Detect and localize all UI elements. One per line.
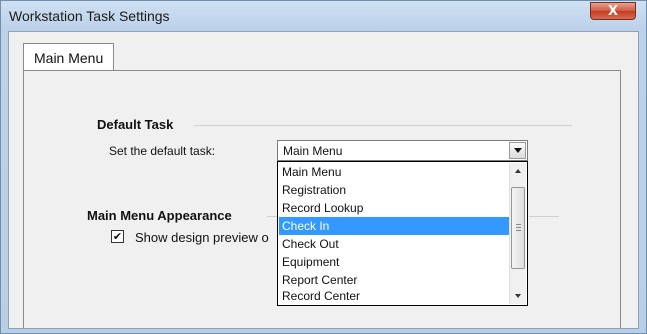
dropdown-scrollbar[interactable] (509, 163, 526, 304)
show-design-preview-label: Show design preview o (135, 230, 269, 245)
dropdown-option-selected[interactable]: Check In (279, 217, 510, 235)
default-task-selected-value: Main Menu (283, 144, 343, 158)
dropdown-button[interactable] (509, 142, 526, 159)
scrollbar-thumb[interactable] (511, 187, 525, 269)
window: Workstation Task Settings X Main Menu De… (0, 0, 647, 334)
appearance-heading: Main Menu Appearance (87, 208, 232, 223)
default-task-dropdown-list[interactable]: Main Menu Registration Record Lookup Che… (277, 161, 528, 306)
dropdown-option[interactable]: Registration (279, 181, 510, 199)
dropdown-option[interactable]: Check Out (279, 235, 510, 253)
title-bar[interactable]: Workstation Task Settings X (1, 1, 646, 31)
default-task-heading: Default Task (97, 117, 174, 132)
scroll-down-icon (515, 294, 521, 298)
dropdown-option[interactable]: Main Menu (279, 163, 510, 181)
dropdown-option[interactable]: Record Lookup (279, 199, 510, 217)
close-icon: X (607, 3, 619, 19)
close-button[interactable]: X (590, 2, 636, 20)
grip-line (516, 227, 521, 228)
group-divider (529, 216, 559, 217)
dialog-body: Main Menu Default Task Set the default t… (8, 31, 639, 329)
default-task-label: Set the default task: (109, 144, 216, 158)
default-task-select[interactable]: Main Menu (277, 140, 528, 161)
grip-line (516, 224, 521, 225)
grip-line (516, 230, 521, 231)
scroll-up-button[interactable] (510, 163, 526, 179)
scroll-down-button[interactable] (510, 288, 526, 304)
dropdown-option[interactable]: Equipment (279, 253, 510, 271)
group-divider (194, 125, 572, 126)
window-title: Workstation Task Settings (9, 8, 170, 24)
show-design-preview-label-wrap: Show design preview o (135, 226, 277, 248)
scroll-up-icon (515, 169, 521, 173)
tab-main-menu[interactable]: Main Menu (23, 43, 115, 71)
chevron-down-icon (513, 148, 522, 153)
show-design-preview-checkbox[interactable]: ✔ (111, 230, 124, 243)
checkmark-icon: ✔ (112, 230, 123, 243)
dropdown-option[interactable]: Record Center (279, 287, 510, 305)
